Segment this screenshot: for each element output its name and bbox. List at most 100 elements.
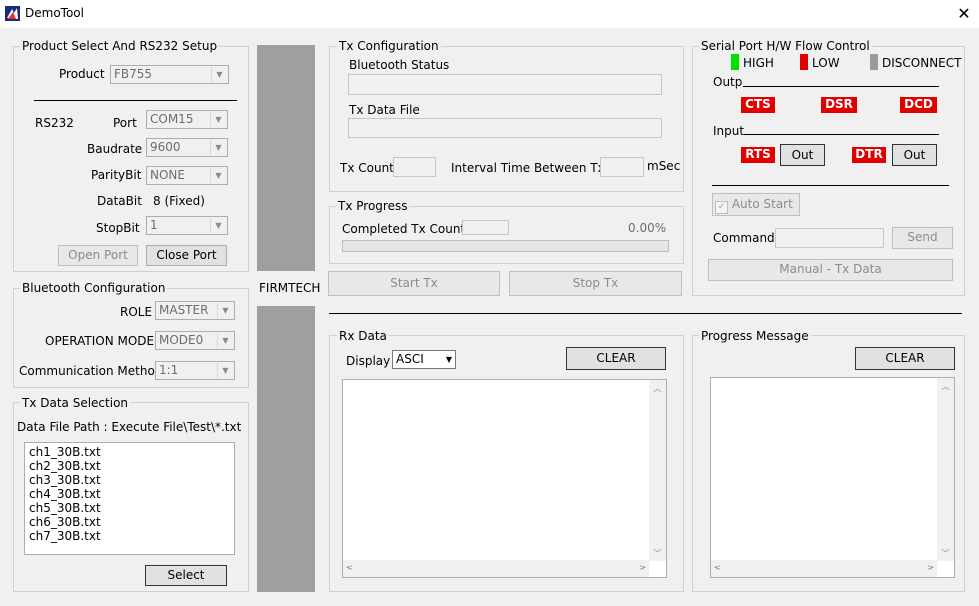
- stop-tx-button[interactable]: Stop Tx: [509, 271, 682, 296]
- bt-status-field: [348, 74, 662, 95]
- scroll-down-icon: ﹀: [653, 549, 662, 558]
- completed-count-field: [462, 220, 509, 235]
- comm-method-select[interactable]: 1:1 ▼: [155, 361, 235, 380]
- paritybit-value: NONE: [150, 168, 185, 182]
- display-select[interactable]: ASCI ▼: [392, 350, 456, 369]
- legend-swatch-high: [731, 54, 739, 70]
- role-select[interactable]: MASTER ▼: [155, 301, 235, 320]
- scroll-down-icon: ﹀: [941, 549, 950, 558]
- scroll-right-icon: >: [639, 563, 646, 572]
- role-label: ROLE: [120, 305, 153, 319]
- firmtech-label: FIRMTECH: [259, 281, 321, 295]
- tx-data-sel-title: Tx Data Selection: [20, 396, 131, 410]
- chevron-down-icon: ▼: [217, 303, 233, 318]
- pm-vertical-scrollbar[interactable]: ︿ ﹀: [937, 378, 954, 561]
- output-separator: [743, 86, 939, 87]
- auto-start-checkbox[interactable]: ✓ Auto Start: [712, 193, 800, 216]
- stopbit-select[interactable]: 1 ▼: [146, 216, 228, 235]
- progress-msg-textarea[interactable]: ︿ ﹀ < >: [710, 377, 955, 578]
- progress-msg-title: Progress Message: [699, 329, 811, 343]
- list-item[interactable]: ch5_30B.txt: [29, 501, 234, 515]
- scroll-left-icon: <: [714, 563, 721, 572]
- input-label: Input: [713, 124, 745, 138]
- top-gray-panel: [257, 45, 315, 271]
- port-value: COM15: [150, 112, 194, 126]
- baudrate-value: 9600: [150, 140, 181, 154]
- display-value: ASCI: [396, 352, 424, 366]
- list-item[interactable]: ch3_30B.txt: [29, 473, 234, 487]
- window-title: DemoTool: [25, 6, 84, 20]
- paritybit-select[interactable]: NONE ▼: [146, 166, 228, 185]
- legend-label-disconnect: DISCONNECT: [882, 56, 962, 70]
- opmode-select[interactable]: MODE0 ▼: [155, 331, 235, 350]
- interval-label: Interval Time Between Tx: [451, 161, 605, 175]
- rts-out-button[interactable]: Out: [780, 144, 825, 166]
- baudrate-label: Baudrate: [87, 142, 143, 156]
- main-separator: [329, 313, 962, 314]
- rx-horizontal-scrollbar[interactable]: < >: [343, 560, 649, 577]
- open-port-button[interactable]: Open Port: [58, 245, 138, 266]
- list-item[interactable]: ch7_30B.txt: [29, 529, 234, 543]
- progress-percent: 0.00%: [628, 221, 667, 235]
- list-item[interactable]: ch4_30B.txt: [29, 487, 234, 501]
- pm-horizontal-scrollbar[interactable]: < >: [711, 560, 937, 577]
- databit-value: 8 (Fixed): [153, 194, 205, 208]
- list-item[interactable]: ch2_30B.txt: [29, 459, 234, 473]
- tx-file-field: [348, 118, 662, 138]
- chevron-down-icon: ▼: [210, 168, 226, 183]
- file-list-items: ch1_30B.txt ch2_30B.txt ch3_30B.txt ch4_30B…: [29, 445, 234, 543]
- command-input[interactable]: [775, 228, 884, 248]
- product-setup-title: Product Select And RS232 Setup: [20, 39, 220, 53]
- product-label: Product: [59, 67, 105, 81]
- rx-clear-button[interactable]: CLEAR: [566, 347, 666, 370]
- product-select[interactable]: FB755 ▼: [110, 65, 229, 84]
- baudrate-select[interactable]: 9600 ▼: [146, 138, 228, 157]
- signal-dtr: DTR: [852, 147, 886, 163]
- start-tx-button[interactable]: Start Tx: [328, 271, 500, 296]
- dtr-out-button[interactable]: Out: [892, 144, 937, 166]
- chevron-down-icon: ▼: [211, 67, 227, 82]
- tx-count-input[interactable]: [393, 157, 436, 177]
- stopbit-label: StopBit: [96, 221, 140, 235]
- display-label: Display: [346, 354, 391, 368]
- databit-label: DataBit: [97, 194, 142, 208]
- list-item[interactable]: ch1_30B.txt: [29, 445, 234, 459]
- chevron-down-icon: ▼: [210, 218, 226, 233]
- legend-label-high: HIGH: [743, 56, 774, 70]
- title-bar: [0, 0, 979, 28]
- file-list[interactable]: ch1_30B.txt ch2_30B.txt ch3_30B.txt ch4_30B…: [24, 442, 235, 555]
- port-select[interactable]: COM15 ▼: [146, 110, 228, 129]
- manual-tx-button[interactable]: Manual - Tx Data: [708, 259, 953, 281]
- role-value: MASTER: [159, 303, 209, 317]
- interval-input[interactable]: [600, 157, 644, 177]
- comm-method-label: Communication Method: [19, 364, 163, 378]
- chevron-down-icon: ▼: [445, 355, 452, 364]
- chevron-down-icon: ▼: [210, 140, 226, 155]
- completed-label: Completed Tx Count: [342, 222, 466, 236]
- opmode-label: OPERATION MODE: [45, 334, 155, 348]
- scroll-up-icon: ︿: [653, 384, 662, 393]
- data-file-path-label: Data File Path : Execute File\Test\*.txt: [17, 420, 242, 434]
- rx-vertical-scrollbar[interactable]: ︿ ﹀: [649, 380, 666, 561]
- send-button[interactable]: Send: [892, 227, 953, 249]
- close-port-button[interactable]: Close Port: [146, 245, 227, 266]
- tx-count-label: Tx Count: [340, 161, 394, 175]
- chevron-down-icon: ▼: [217, 333, 233, 348]
- divider: [34, 100, 237, 101]
- flow-control-title: Serial Port H/W Flow Control: [699, 39, 872, 53]
- app-icon: [5, 6, 20, 21]
- rx-data-textarea[interactable]: ︿ ﹀ < >: [342, 379, 667, 578]
- list-item[interactable]: ch6_30B.txt: [29, 515, 234, 529]
- signal-rts: RTS: [741, 147, 775, 163]
- select-button[interactable]: Select: [145, 565, 227, 586]
- rs232-label: RS232: [35, 116, 74, 130]
- close-icon[interactable]: ✕: [953, 3, 975, 25]
- legend-label-low: LOW: [812, 56, 840, 70]
- progress-clear-button[interactable]: CLEAR: [855, 347, 955, 370]
- port-label: Port: [113, 116, 137, 130]
- bt-config-title: Bluetooth Configuration: [20, 281, 168, 295]
- bt-status-label: Bluetooth Status: [349, 58, 450, 72]
- product-value: FB755: [114, 67, 153, 81]
- output-label: Output: [713, 75, 743, 89]
- signal-cts: CTS: [741, 97, 775, 113]
